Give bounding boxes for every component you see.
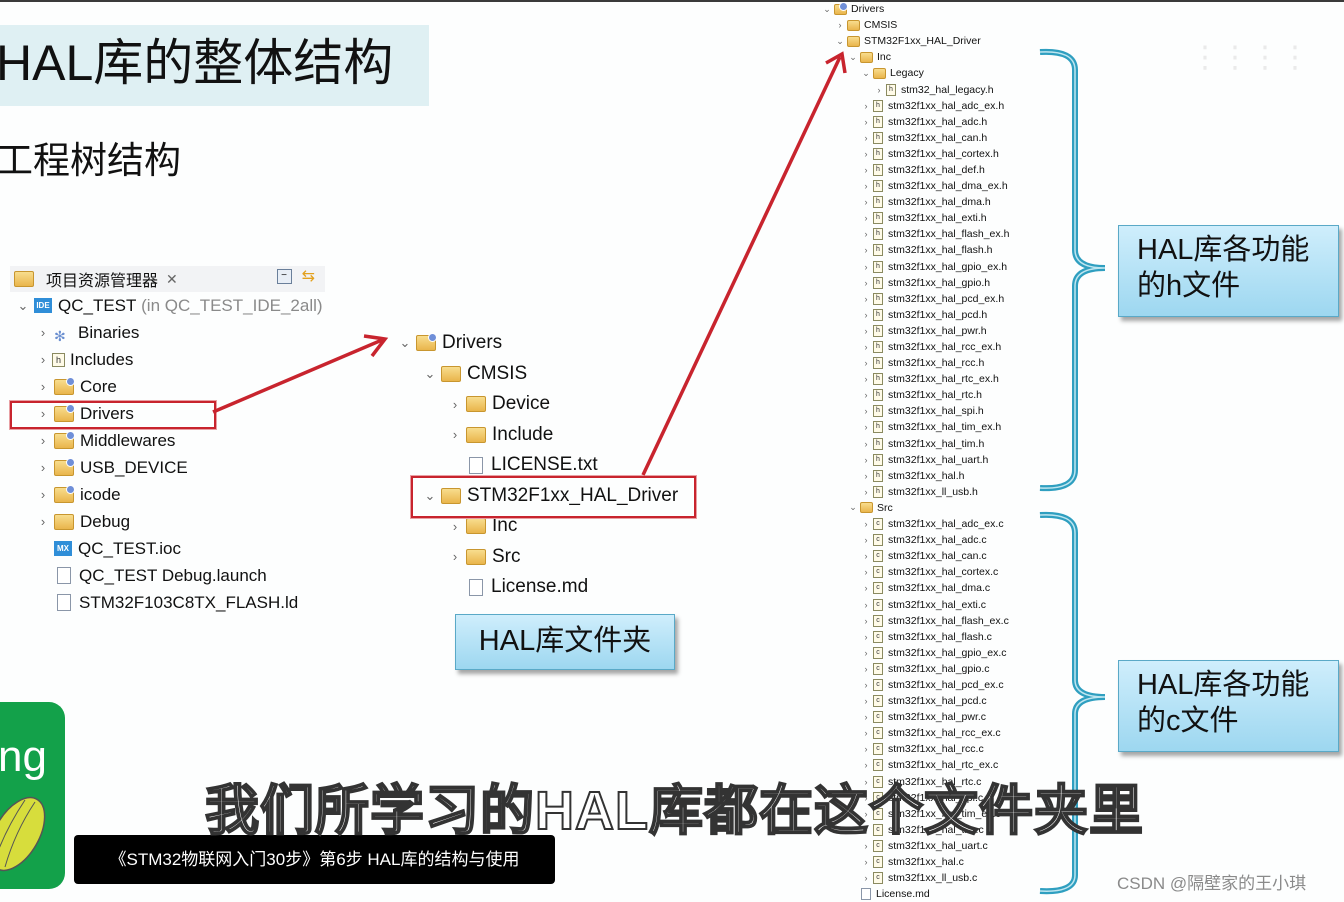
- logo-fruit-icon: [0, 796, 46, 872]
- arrow-to-drivers-tree: [212, 334, 389, 414]
- video-subtitle: 我们所学习的HAL库都在这个文件夹里: [204, 780, 1144, 842]
- logo-text: ng: [0, 732, 47, 781]
- arrows-layer: [212, 51, 847, 476]
- arrow-to-expanded-tree: [641, 51, 847, 476]
- channel-logo: ng: [0, 702, 65, 889]
- csdn-watermark: CSDN @隔壁家的王小琪: [1117, 874, 1307, 893]
